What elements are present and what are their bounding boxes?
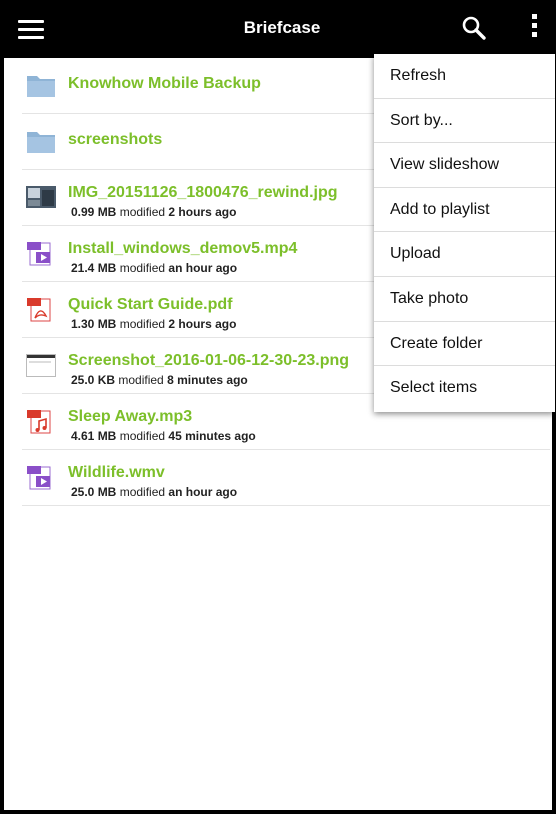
- file-name: Quick Start Guide.pdf: [68, 296, 233, 313]
- file-meta: 25.0 KB modified 8 minutes ago: [71, 373, 248, 387]
- image-thumbnail-icon: [26, 186, 56, 208]
- file-name: Sleep Away.mp3: [68, 408, 193, 425]
- file-name: Install_windows_demov5.mp4: [68, 240, 298, 257]
- folder-icon: [27, 132, 55, 153]
- menu-item-upload[interactable]: Upload: [374, 232, 555, 277]
- mp4-file-icon: [27, 242, 51, 266]
- menu-item-take-photo[interactable]: Take photo: [374, 277, 555, 322]
- file-name: IMG_20151126_1800476_rewind.jpg: [68, 184, 338, 201]
- file-name: screenshots: [68, 131, 163, 148]
- menu-item-sort-by[interactable]: Sort by...: [374, 99, 555, 144]
- file-meta: 1.30 MB modified 2 hours ago: [71, 317, 237, 331]
- file-meta: 4.61 MB modified 45 minutes ago: [71, 429, 256, 443]
- file-name: Knowhow Mobile Backup: [68, 75, 261, 92]
- file-meta: 0.99 MB modified 2 hours ago: [71, 205, 237, 219]
- screenshot-thumbnail-icon: [26, 354, 56, 377]
- file-meta: 21.4 MB modified an hour ago: [71, 261, 238, 275]
- folder-icon: [27, 76, 55, 97]
- file-meta: 25.0 MB modified an hour ago: [71, 485, 238, 499]
- menu-item-add-to-playlist[interactable]: Add to playlist: [374, 188, 555, 233]
- wmv-file-icon: [27, 466, 51, 490]
- file-name: Wildlife.wmv: [68, 464, 165, 481]
- file-name: Screenshot_2016-01-06-12-30-23.png: [68, 352, 350, 369]
- list-item[interactable]: Wildlife.wmv 25.0 MB modified an hour ag…: [22, 450, 550, 506]
- menu-item-create-folder[interactable]: Create folder: [374, 322, 555, 367]
- menu-item-select-items[interactable]: Select items: [374, 366, 555, 411]
- search-icon[interactable]: [460, 14, 488, 42]
- overflow-menu-icon[interactable]: [524, 14, 544, 44]
- pdf-file-icon: [27, 298, 51, 322]
- app-bar: Briefcase: [4, 0, 556, 58]
- app-frame: Briefcase Knowhow Mobile Backup screensh…: [0, 0, 556, 814]
- overflow-popup-menu: Refresh Sort by... View slideshow Add to…: [374, 54, 555, 412]
- menu-item-refresh[interactable]: Refresh: [374, 54, 555, 99]
- mp3-file-icon: [27, 410, 51, 434]
- menu-item-view-slideshow[interactable]: View slideshow: [374, 143, 555, 188]
